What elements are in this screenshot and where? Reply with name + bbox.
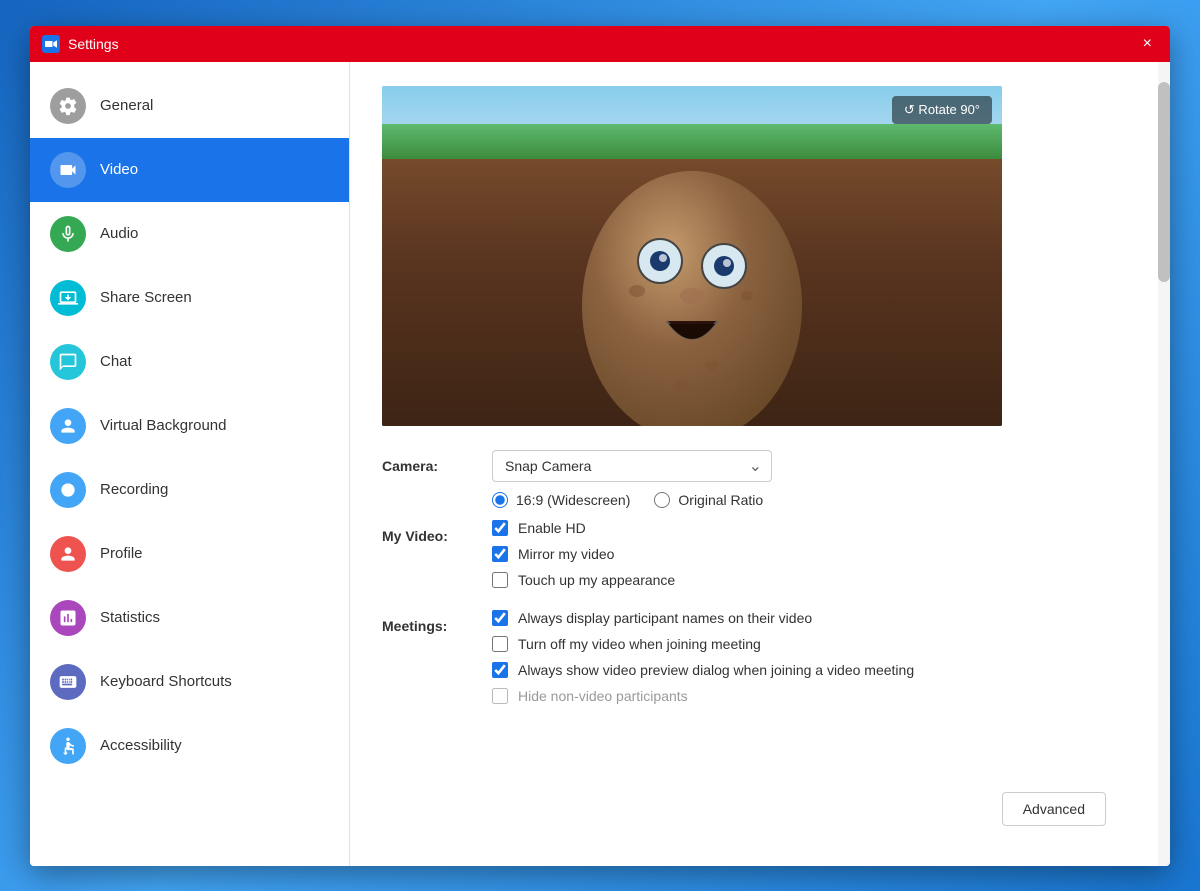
original-ratio-option[interactable]: Original Ratio xyxy=(654,492,763,508)
sidebar-item-audio[interactable]: Audio xyxy=(30,202,349,266)
camera-controls: Snap Camera Built-in FaceTime Camera OBS… xyxy=(492,450,1126,508)
settings-window: Settings × General Video xyxy=(30,26,1170,866)
always-display-names-checkbox[interactable] xyxy=(492,610,508,626)
profile-icon xyxy=(58,544,78,564)
original-ratio-label: Original Ratio xyxy=(678,492,763,508)
sidebar: General Video Audio Sha xyxy=(30,62,350,866)
turn-off-video-label: Turn off my video when joining meeting xyxy=(518,636,761,652)
my-video-row: My Video: Enable HD Mirror my video Touc… xyxy=(382,520,1126,598)
my-video-label: My Video: xyxy=(382,520,492,544)
enable-hd-option[interactable]: Enable HD xyxy=(492,520,1126,536)
virtual-background-label: Virtual Background xyxy=(100,417,226,434)
video-label: Video xyxy=(100,161,138,178)
turn-off-video-option[interactable]: Turn off my video when joining meeting xyxy=(492,636,1126,652)
widescreen-radio[interactable] xyxy=(492,492,508,508)
zoom-logo-icon xyxy=(42,35,60,53)
always-show-preview-label: Always show video preview dialog when jo… xyxy=(518,662,914,678)
close-button[interactable]: × xyxy=(1137,33,1158,55)
accessibility-icon-wrap xyxy=(50,728,86,764)
chat-icon-wrap xyxy=(50,344,86,380)
window-title: Settings xyxy=(68,36,1137,52)
camera-label: Camera: xyxy=(382,450,492,474)
my-video-controls: Enable HD Mirror my video Touch up my ap… xyxy=(492,520,1126,598)
share-screen-icon-wrap xyxy=(50,280,86,316)
scrollbar-thumb[interactable] xyxy=(1158,82,1170,282)
camera-row: Camera: Snap Camera Built-in FaceTime Ca… xyxy=(382,450,1126,508)
sidebar-item-keyboard-shortcuts[interactable]: Keyboard Shortcuts xyxy=(30,650,349,714)
meetings-row: Meetings: Always display participant nam… xyxy=(382,610,1126,714)
always-show-preview-checkbox[interactable] xyxy=(492,662,508,678)
statistics-icon xyxy=(58,608,78,628)
accessibility-icon xyxy=(58,736,78,756)
sidebar-item-profile[interactable]: Profile xyxy=(30,522,349,586)
meetings-controls: Always display participant names on thei… xyxy=(492,610,1126,714)
enable-hd-checkbox[interactable] xyxy=(492,520,508,536)
original-ratio-radio[interactable] xyxy=(654,492,670,508)
video-preview: ↺ Rotate 90° xyxy=(382,86,1002,426)
widescreen-label: 16:9 (Widescreen) xyxy=(516,492,630,508)
camera-select-wrapper: Snap Camera Built-in FaceTime Camera OBS… xyxy=(492,450,772,482)
share-screen-label: Share Screen xyxy=(100,289,192,306)
scrollbar-track xyxy=(1158,62,1170,866)
mirror-video-option[interactable]: Mirror my video xyxy=(492,546,1126,562)
touch-up-option[interactable]: Touch up my appearance xyxy=(492,572,1126,588)
share-screen-icon xyxy=(58,288,78,308)
video-icon xyxy=(58,160,78,180)
sidebar-item-recording[interactable]: Recording xyxy=(30,458,349,522)
recording-label: Recording xyxy=(100,481,168,498)
video-icon-wrap xyxy=(50,152,86,188)
meetings-label: Meetings: xyxy=(382,610,492,634)
hide-participants-checkbox[interactable] xyxy=(492,688,508,704)
audio-icon-wrap xyxy=(50,216,86,252)
titlebar: Settings × xyxy=(30,26,1170,62)
mirror-video-label: Mirror my video xyxy=(518,546,614,562)
mirror-video-checkbox[interactable] xyxy=(492,546,508,562)
content-area: General Video Audio Sha xyxy=(30,62,1170,866)
keyboard-shortcuts-label: Keyboard Shortcuts xyxy=(100,673,232,690)
sidebar-item-chat[interactable]: Chat xyxy=(30,330,349,394)
gear-icon xyxy=(58,96,78,116)
hide-participants-option[interactable]: Hide non-video participants xyxy=(492,688,1126,704)
accessibility-label: Accessibility xyxy=(100,737,182,754)
statistics-icon-wrap xyxy=(50,600,86,636)
touch-up-checkbox[interactable] xyxy=(492,572,508,588)
audio-label: Audio xyxy=(100,225,138,242)
recording-icon-wrap xyxy=(50,472,86,508)
grass-bg xyxy=(382,124,1002,159)
advanced-button[interactable]: Advanced xyxy=(1002,792,1106,826)
recording-icon xyxy=(58,480,78,500)
statistics-label: Statistics xyxy=(100,609,160,626)
profile-icon-wrap xyxy=(50,536,86,572)
general-icon-wrap xyxy=(50,88,86,124)
chat-label: Chat xyxy=(100,353,132,370)
widescreen-option[interactable]: 16:9 (Widescreen) xyxy=(492,492,630,508)
touch-up-label: Touch up my appearance xyxy=(518,572,675,588)
always-display-names-option[interactable]: Always display participant names on thei… xyxy=(492,610,1126,626)
general-label: General xyxy=(100,97,153,114)
camera-select[interactable]: Snap Camera Built-in FaceTime Camera OBS… xyxy=(492,450,772,482)
virtual-bg-icon-wrap xyxy=(50,408,86,444)
enable-hd-label: Enable HD xyxy=(518,520,586,536)
keyboard-icon-wrap xyxy=(50,664,86,700)
aspect-ratio-group: 16:9 (Widescreen) Original Ratio xyxy=(492,492,1126,508)
sidebar-item-accessibility[interactable]: Accessibility xyxy=(30,714,349,778)
virtual-background-icon xyxy=(58,416,78,436)
keyboard-icon xyxy=(58,672,78,692)
profile-label: Profile xyxy=(100,545,143,562)
always-display-names-label: Always display participant names on thei… xyxy=(518,610,812,626)
sidebar-item-virtual-background[interactable]: Virtual Background xyxy=(30,394,349,458)
rotate-button[interactable]: ↺ Rotate 90° xyxy=(892,96,992,124)
main-panel: ↺ Rotate 90° Camera: Snap Camera Built-i… xyxy=(350,62,1158,866)
hide-participants-label: Hide non-video participants xyxy=(518,688,688,704)
chat-icon xyxy=(58,352,78,372)
turn-off-video-checkbox[interactable] xyxy=(492,636,508,652)
sidebar-item-general[interactable]: General xyxy=(30,74,349,138)
audio-icon xyxy=(58,224,78,244)
sidebar-item-share-screen[interactable]: Share Screen xyxy=(30,266,349,330)
sidebar-item-video[interactable]: Video xyxy=(30,138,349,202)
always-show-preview-option[interactable]: Always show video preview dialog when jo… xyxy=(492,662,1126,678)
sidebar-item-statistics[interactable]: Statistics xyxy=(30,586,349,650)
